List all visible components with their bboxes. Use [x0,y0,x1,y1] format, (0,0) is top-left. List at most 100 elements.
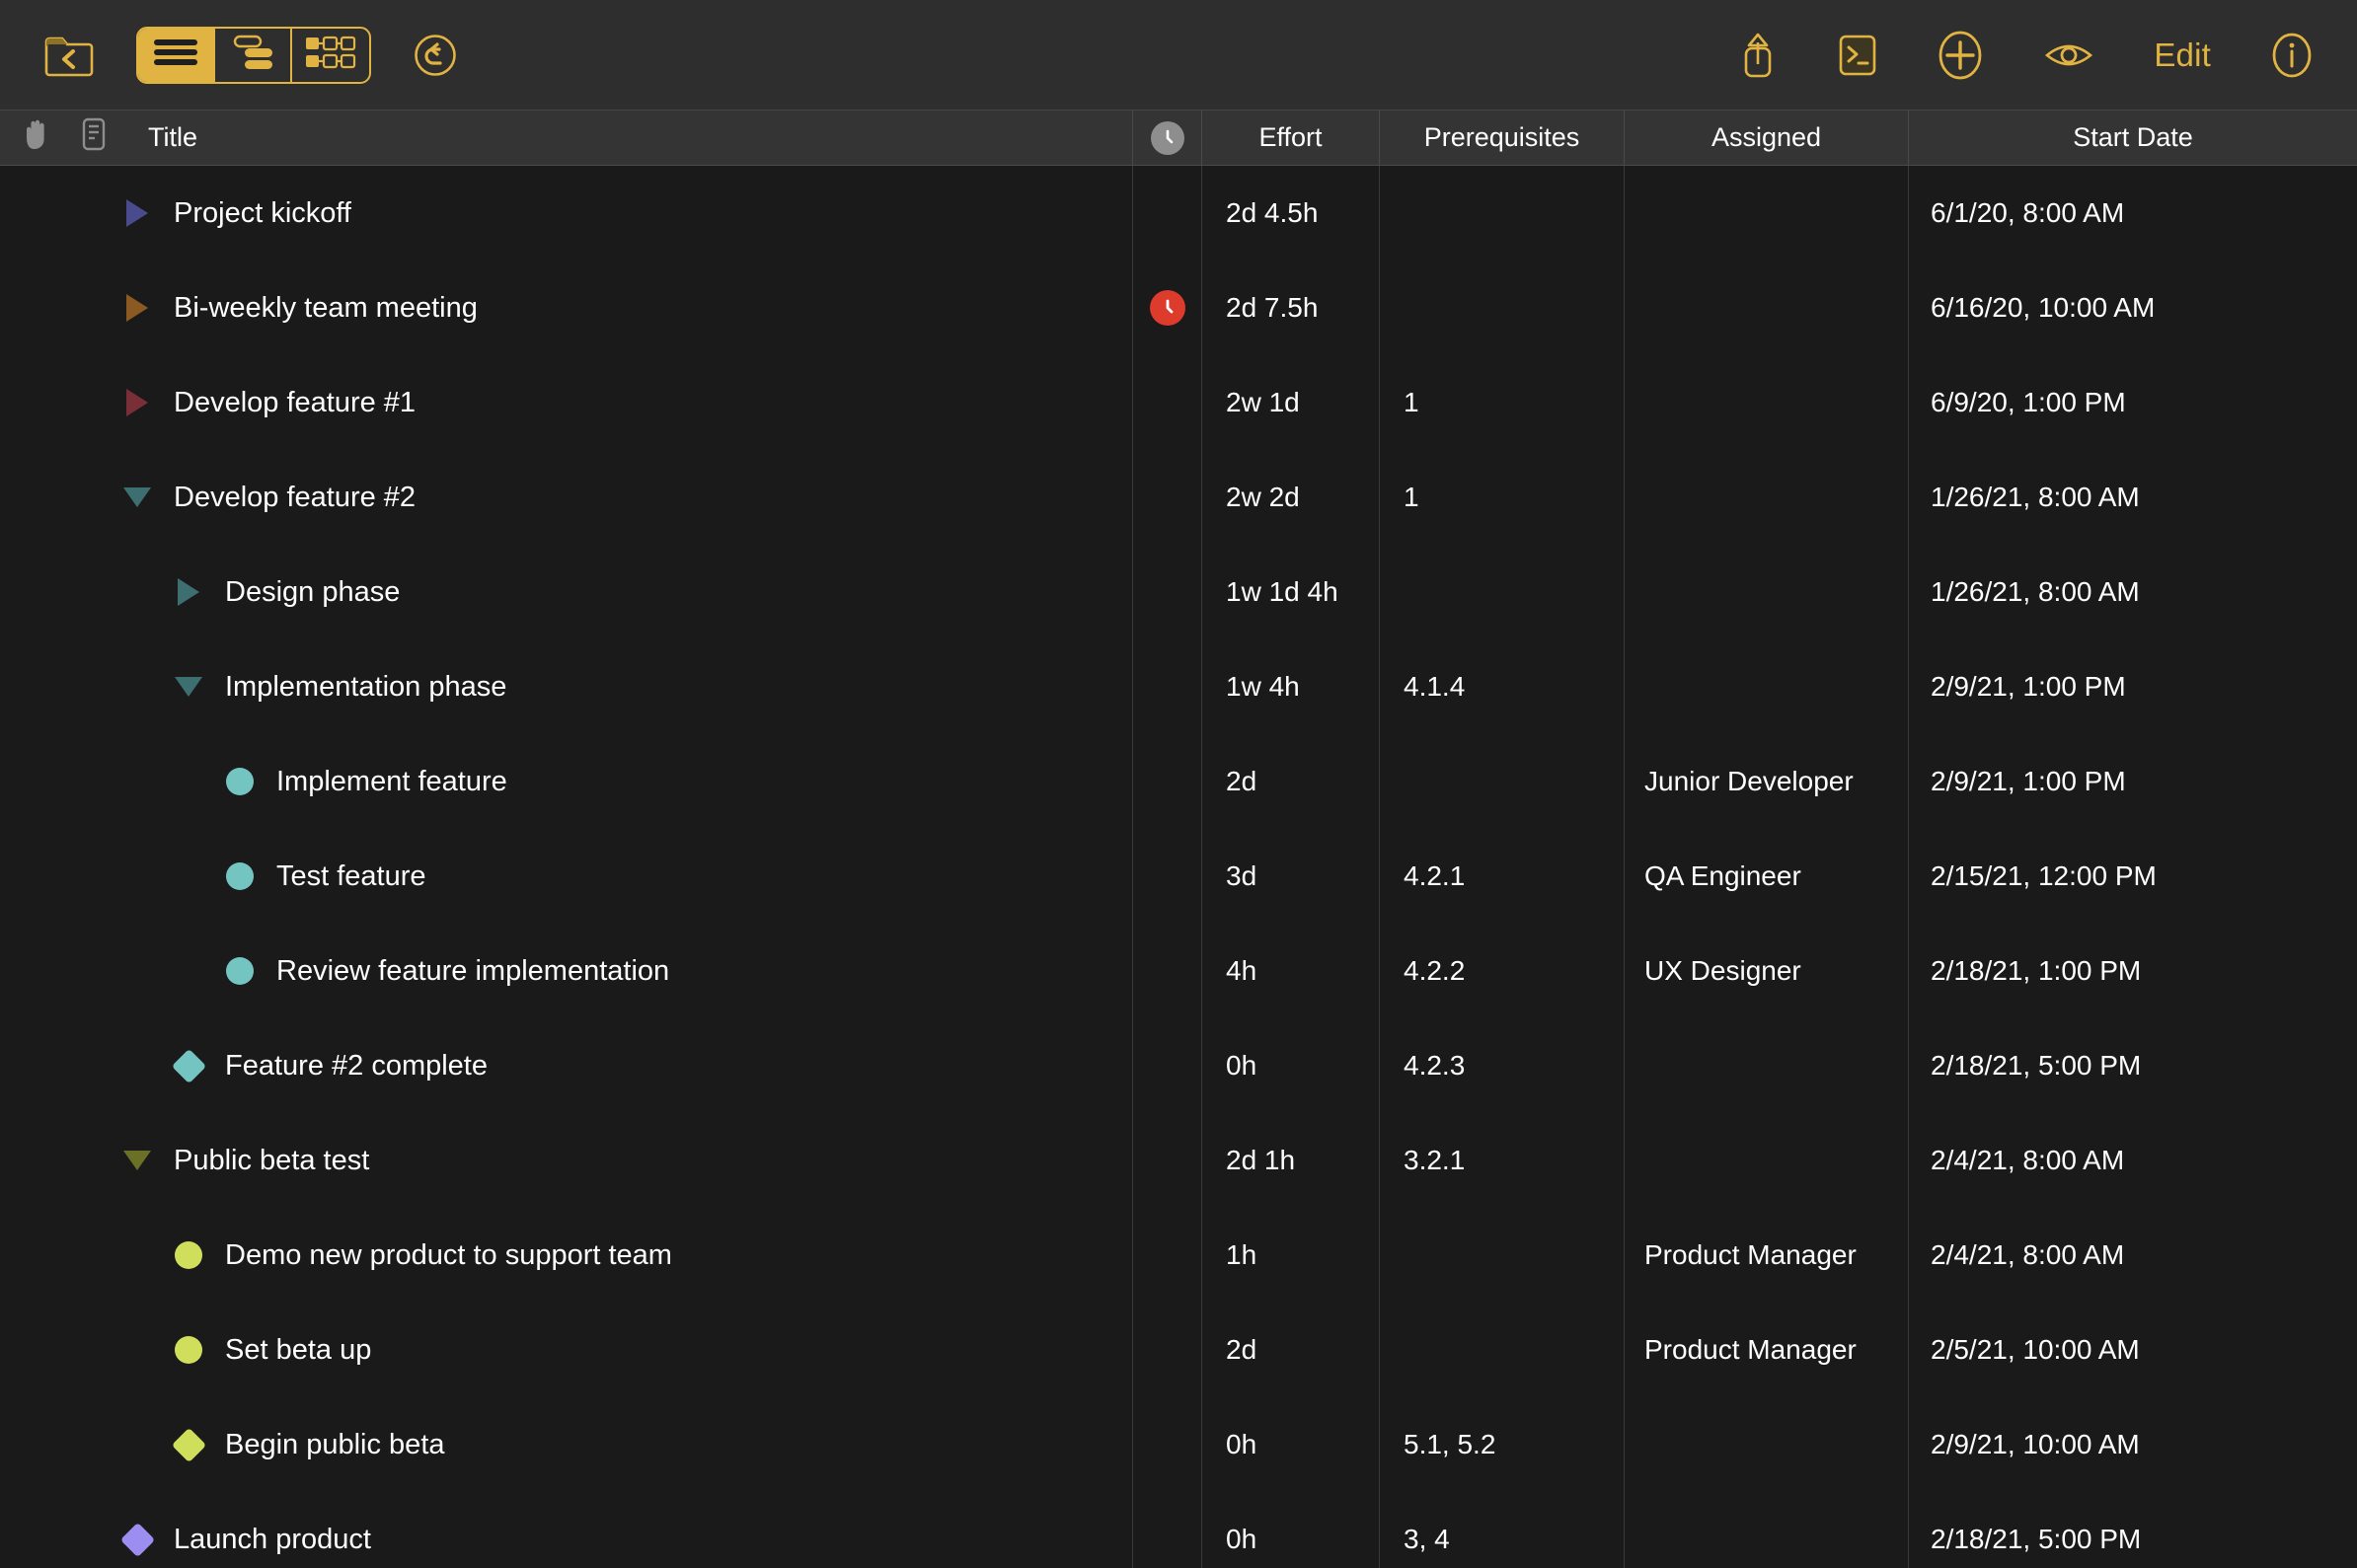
row-effort-cell[interactable]: 2d 1h [1202,1113,1380,1208]
row-marker[interactable] [217,862,263,890]
row-title-cell[interactable]: Project kickoff [0,166,1133,261]
disclosure-triangle-collapsed-icon[interactable] [126,389,148,416]
row-effort-cell[interactable]: 1w 4h [1202,639,1380,734]
row-title-cell[interactable]: Demo new product to support team [0,1208,1133,1303]
row-marker[interactable] [114,294,160,322]
row-marker[interactable] [114,1151,160,1170]
row-flag-cell[interactable] [1133,261,1202,355]
view-mode-outline[interactable] [138,28,215,82]
disclosure-triangle-expanded-icon[interactable] [175,677,202,697]
row-start-date-cell[interactable]: 2/9/21, 10:00 AM [1909,1397,2357,1492]
table-row[interactable]: Implementation phase 1w 4h 4.1.4 2/9/21, 1:… [0,639,2357,734]
row-prerequisites-cell[interactable] [1380,545,1625,639]
row-start-date-cell[interactable]: 6/1/20, 8:00 AM [1909,166,2357,261]
table-row[interactable]: Public beta test 2d 1h 3.2.1 2/4/21, 8:00 A… [0,1113,2357,1208]
column-header-title[interactable]: Title [0,111,1133,165]
folder-back-button[interactable] [43,32,95,79]
row-start-date-cell[interactable]: 2/9/21, 1:00 PM [1909,639,2357,734]
row-title-cell[interactable]: Test feature [0,829,1133,924]
row-flag-cell[interactable] [1133,1018,1202,1113]
row-start-date-cell[interactable]: 6/9/20, 1:00 PM [1909,355,2357,450]
row-marker[interactable] [217,957,263,985]
disclosure-triangle-collapsed-icon[interactable] [126,294,148,322]
row-marker[interactable] [217,768,263,795]
row-effort-cell[interactable]: 2d [1202,1303,1380,1397]
row-start-date-cell[interactable]: 2/18/21, 1:00 PM [1909,924,2357,1018]
row-effort-cell[interactable]: 2d [1202,734,1380,829]
row-title-cell[interactable]: Set beta up [0,1303,1133,1397]
row-prerequisites-cell[interactable] [1380,166,1625,261]
disclosure-triangle-expanded-icon[interactable] [123,1151,151,1170]
row-prerequisites-cell[interactable]: 4.2.1 [1380,829,1625,924]
row-prerequisites-cell[interactable]: 3.2.1 [1380,1113,1625,1208]
edit-button[interactable]: Edit [2154,38,2211,71]
row-title-cell[interactable]: Public beta test [0,1113,1133,1208]
row-start-date-cell[interactable]: 2/5/21, 10:00 AM [1909,1303,2357,1397]
row-effort-cell[interactable]: 2w 1d [1202,355,1380,450]
row-flag-cell[interactable] [1133,1113,1202,1208]
row-flag-cell[interactable] [1133,734,1202,829]
table-row[interactable]: Develop feature #1 2w 1d 1 6/9/20, 1:00 PM [0,355,2357,450]
row-start-date-cell[interactable]: 2/18/21, 5:00 PM [1909,1018,2357,1113]
row-title-cell[interactable]: Bi-weekly team meeting [0,261,1133,355]
row-marker[interactable] [114,389,160,416]
row-flag-cell[interactable] [1133,1397,1202,1492]
row-effort-cell[interactable]: 0h [1202,1018,1380,1113]
table-row[interactable]: Review feature implementation 4h 4.2.2 UX D… [0,924,2357,1018]
view-toggle-button[interactable] [2043,37,2094,74]
row-flag-cell[interactable] [1133,639,1202,734]
row-start-date-cell[interactable]: 2/15/21, 12:00 PM [1909,829,2357,924]
row-start-date-cell[interactable]: 2/18/21, 5:00 PM [1909,1492,2357,1568]
row-prerequisites-cell[interactable]: 4.1.4 [1380,639,1625,734]
row-prerequisites-cell[interactable]: 1 [1380,355,1625,450]
row-assigned-cell[interactable] [1625,261,1909,355]
column-header-prerequisites[interactable]: Prerequisites [1380,111,1625,165]
row-title-cell[interactable]: Launch product [0,1492,1133,1568]
row-marker[interactable] [166,1241,211,1269]
info-button[interactable] [2270,31,2314,80]
row-assigned-cell[interactable] [1625,639,1909,734]
row-prerequisites-cell[interactable] [1380,734,1625,829]
row-prerequisites-cell[interactable] [1380,1303,1625,1397]
row-title-cell[interactable]: Begin public beta [0,1397,1133,1492]
share-button[interactable] [1737,31,1779,80]
row-effort-cell[interactable]: 2d 4.5h [1202,166,1380,261]
add-button[interactable] [1937,30,1984,81]
table-row[interactable]: Demo new product to support team 1h Produc… [0,1208,2357,1303]
table-row[interactable]: Launch product 0h 3, 4 2/18/21, 5:00 PM [0,1492,2357,1568]
row-title-cell[interactable]: Develop feature #1 [0,355,1133,450]
row-effort-cell[interactable]: 0h [1202,1492,1380,1568]
row-marker[interactable] [166,1048,211,1083]
table-row[interactable]: Design phase 1w 1d 4h 1/26/21, 8:00 AM [0,545,2357,639]
row-marker[interactable] [166,578,211,606]
console-button[interactable] [1838,33,1877,78]
row-flag-cell[interactable] [1133,1303,1202,1397]
row-title-cell[interactable]: Feature #2 complete [0,1018,1133,1113]
row-marker[interactable] [114,1522,160,1557]
row-assigned-cell[interactable] [1625,545,1909,639]
hand-grab-icon[interactable] [22,117,51,158]
row-assigned-cell[interactable] [1625,1397,1909,1492]
row-assigned-cell[interactable]: QA Engineer [1625,829,1909,924]
table-row[interactable]: Test feature 3d 4.2.1 QA Engineer 2/15/21, 1… [0,829,2357,924]
row-flag-cell[interactable] [1133,829,1202,924]
column-header-start-date[interactable]: Start Date [1909,111,2357,165]
table-row[interactable]: Feature #2 complete 0h 4.2.3 2/18/21, 5:00 … [0,1018,2357,1113]
row-effort-cell[interactable]: 3d [1202,829,1380,924]
row-flag-cell[interactable] [1133,545,1202,639]
undo-button[interactable] [413,33,458,78]
table-row[interactable]: Set beta up 2d Product Manager 2/5/21, 10:0… [0,1303,2357,1397]
row-marker[interactable] [166,1427,211,1462]
row-assigned-cell[interactable] [1625,1113,1909,1208]
view-mode-segmented-control[interactable] [136,26,371,84]
row-title-cell[interactable]: Develop feature #2 [0,450,1133,545]
view-mode-dashboard[interactable] [292,29,369,82]
row-effort-cell[interactable]: 1w 1d 4h [1202,545,1380,639]
row-assigned-cell[interactable] [1625,1492,1909,1568]
row-prerequisites-cell[interactable] [1380,261,1625,355]
row-prerequisites-cell[interactable]: 1 [1380,450,1625,545]
row-title-cell[interactable]: Implementation phase [0,639,1133,734]
view-mode-network[interactable] [215,28,292,82]
row-title-cell[interactable]: Design phase [0,545,1133,639]
row-prerequisites-cell[interactable]: 4.2.2 [1380,924,1625,1018]
